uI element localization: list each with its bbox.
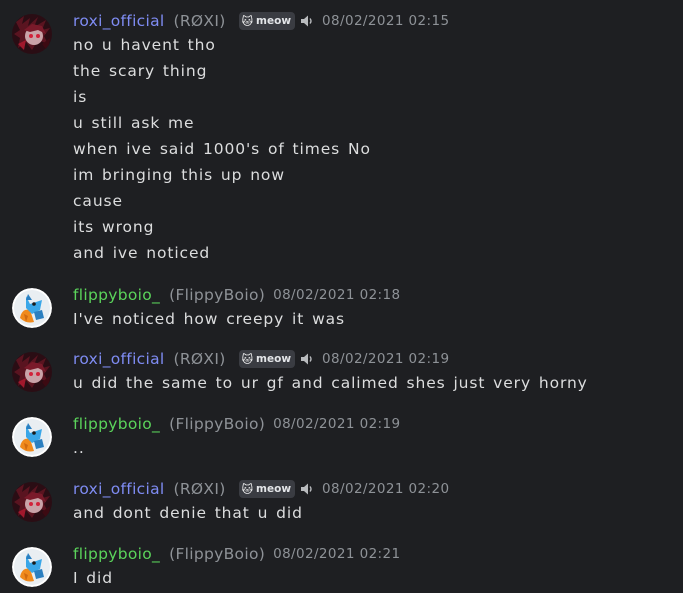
blue-fox-character-avatar-icon	[12, 547, 52, 587]
avatar[interactable]	[12, 14, 52, 54]
message-line: ..	[73, 439, 85, 457]
message-line: and dont denie that u did	[73, 504, 303, 522]
message-header: roxi_official (RØXI) 🐱 meow 08/02/2021 0…	[73, 10, 449, 32]
message-header: flippyboio_ (FlippyBoio) 08/02/2021 02:2…	[73, 543, 400, 565]
red-anime-character-avatar-icon	[12, 482, 52, 522]
timestamp: 08/02/2021 02:15	[322, 13, 450, 29]
user-alias: (RØXI)	[173, 350, 226, 368]
user-alias: (RØXI)	[173, 12, 226, 30]
timestamp: 08/02/2021 02:21	[273, 546, 401, 562]
message-line: is	[73, 88, 88, 106]
message-content: u did the same to ur gf and calimed shes…	[73, 372, 588, 398]
chat-log: roxi_official (RØXI) 🐱 meow 08/02/2021 0…	[0, 0, 683, 593]
user-alias: (FlippyBoio)	[169, 545, 266, 563]
message-line: when ive said 1000's of times No	[73, 140, 371, 158]
avatar[interactable]	[12, 288, 52, 328]
message-line: no u havent tho	[73, 36, 216, 54]
message-content: no u havent tho the scary thing is u sti…	[73, 34, 371, 268]
timestamp: 08/02/2021 02:19	[322, 351, 450, 367]
message-content: I did	[73, 567, 113, 593]
blue-fox-character-avatar-icon	[12, 417, 52, 457]
message-line: I did	[73, 569, 113, 587]
badge-label: meow	[256, 483, 292, 495]
red-anime-character-avatar-icon	[12, 352, 52, 392]
message-line: u still ask me	[73, 114, 195, 132]
timestamp: 08/02/2021 02:18	[273, 287, 401, 303]
message-header: flippyboio_ (FlippyBoio) 08/02/2021 02:1…	[73, 413, 400, 435]
speaker-icon	[301, 15, 312, 27]
username[interactable]: flippyboio_	[73, 286, 160, 304]
message-line: its wrong	[73, 218, 155, 236]
blue-fox-character-avatar-icon	[12, 288, 52, 328]
avatar[interactable]	[12, 417, 52, 457]
badge-label: meow	[256, 15, 292, 27]
role-badge[interactable]: 🐱 meow	[238, 12, 296, 30]
red-anime-character-avatar-icon	[12, 14, 52, 54]
badge-label: meow	[256, 353, 292, 365]
user-alias: (FlippyBoio)	[169, 415, 266, 433]
timestamp: 08/02/2021 02:19	[273, 416, 401, 432]
username[interactable]: roxi_official	[73, 350, 165, 368]
message-header: flippyboio_ (FlippyBoio) 08/02/2021 02:1…	[73, 284, 400, 306]
username[interactable]: flippyboio_	[73, 545, 160, 563]
username[interactable]: roxi_official	[73, 12, 165, 30]
user-alias: (FlippyBoio)	[169, 286, 266, 304]
message-group: roxi_official (RØXI) 🐱 meow 08/02/2021 0…	[0, 478, 683, 530]
avatar[interactable]	[12, 482, 52, 522]
message-line: im bringing this up now	[73, 166, 285, 184]
message-line: the scary thing	[73, 62, 208, 80]
speaker-icon	[301, 353, 312, 365]
message-group: flippyboio_ (FlippyBoio) 08/02/2021 02:1…	[0, 284, 683, 336]
cat-icon: 🐱	[241, 482, 254, 496]
role-badge[interactable]: 🐱 meow	[238, 480, 296, 498]
message-group: roxi_official (RØXI) 🐱 meow 08/02/2021 0…	[0, 10, 683, 272]
cat-icon: 🐱	[241, 352, 254, 366]
user-alias: (RØXI)	[173, 480, 226, 498]
message-content: and dont denie that u did	[73, 502, 303, 528]
message-header: roxi_official (RØXI) 🐱 meow 08/02/2021 0…	[73, 478, 449, 500]
message-line: cause	[73, 192, 123, 210]
speaker-icon	[301, 483, 312, 495]
message-line: u did the same to ur gf and calimed shes…	[73, 374, 588, 392]
message-line: I've noticed how creepy it was	[73, 310, 346, 328]
avatar[interactable]	[12, 547, 52, 587]
cat-icon: 🐱	[241, 14, 254, 28]
message-group: flippyboio_ (FlippyBoio) 08/02/2021 02:2…	[0, 543, 683, 593]
message-group: roxi_official (RØXI) 🐱 meow 08/02/2021 0…	[0, 348, 683, 400]
role-badge[interactable]: 🐱 meow	[238, 350, 296, 368]
message-header: roxi_official (RØXI) 🐱 meow 08/02/2021 0…	[73, 348, 449, 370]
message-content: I've noticed how creepy it was	[73, 308, 345, 334]
timestamp: 08/02/2021 02:20	[322, 481, 450, 497]
username[interactable]: flippyboio_	[73, 415, 160, 433]
avatar[interactable]	[12, 352, 52, 392]
username[interactable]: roxi_official	[73, 480, 165, 498]
message-content: ..	[73, 437, 85, 463]
message-line: and ive noticed	[73, 244, 211, 262]
message-group: flippyboio_ (FlippyBoio) 08/02/2021 02:1…	[0, 413, 683, 465]
